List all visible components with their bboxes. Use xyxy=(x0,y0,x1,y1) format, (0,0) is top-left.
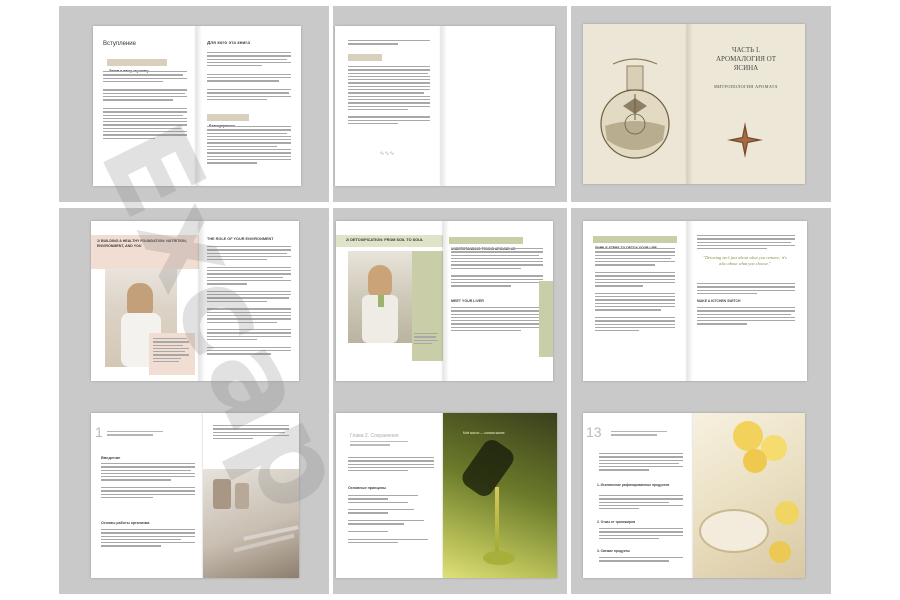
page-left: 1/ BUILDING A HEALTHY FOUNDATION: NUTRIT… xyxy=(91,221,199,381)
section-title: Введение xyxy=(101,455,121,460)
spread-panel-5: 2/ DETOXIFICATION: FROM SOIL TO SOUL UND… xyxy=(333,208,567,404)
body-text xyxy=(599,453,683,473)
section-tag: SIMPLE STEPS TO DETOX YOUR LIFE xyxy=(593,236,677,250)
chapter-title-lines xyxy=(107,431,167,438)
page-left: SIMPLE STEPS TO DETOX YOUR LIFE xyxy=(583,221,687,381)
chapter-label: ЧАСТЬ I. xyxy=(731,46,761,54)
woman-drinking-photo xyxy=(348,251,412,343)
chapter-title-lines xyxy=(350,441,410,448)
body-text xyxy=(348,40,430,47)
body-text-2 xyxy=(101,529,195,549)
page-left: 2/ DETOXIFICATION: FROM SOIL TO SOUL xyxy=(336,221,443,381)
section-tag: Зачем я пишу эту книгу xyxy=(107,59,167,73)
page-right-photo xyxy=(693,413,805,578)
chapter-title-lines xyxy=(611,431,671,438)
page-right: UNDERSTANDING TOXINS AROUND US MEET YOUR… xyxy=(443,221,553,381)
chapter-number: 13 xyxy=(586,424,602,440)
spread-panel-4: 1/ BUILDING A HEALTHY FOUNDATION: NUTRIT… xyxy=(59,208,329,404)
chapter-heading: 2/ DETOXIFICATION: FROM SOIL TO SOUL xyxy=(346,238,424,242)
section-title: Для кого эта книга xyxy=(207,40,250,45)
spread-panel-7: 1 Введение Основы работы организма xyxy=(59,398,329,594)
chapter-subtitle: МИТРОПОЛОГИЯ АРОМАТА xyxy=(714,84,778,89)
section-tag: Благодарности xyxy=(207,114,249,128)
page-right: "Detoxing isn't just about what you remo… xyxy=(687,221,807,381)
spread-panel-2: ∿∿∿ xyxy=(333,6,567,202)
olive-oil-bottle-photo xyxy=(443,413,557,578)
section-tag: UNDERSTANDING TOXINS AROUND US xyxy=(449,237,523,251)
body-text xyxy=(348,457,434,473)
page-left: Глава 2. Сохранение Основные принципы xyxy=(336,413,443,578)
bullet-list xyxy=(153,338,191,364)
alchemy-flask-illustration xyxy=(583,24,687,184)
pull-quote: "Detoxing isn't just about what you remo… xyxy=(703,255,787,266)
page-right: Для кого эта книга Благодарности xyxy=(196,26,301,186)
page-left: 1 Введение Основы работы организма xyxy=(91,413,203,578)
intro-text xyxy=(213,425,289,441)
spread-panel-1: Вступление Зачем я пишу эту книгу Для ко… xyxy=(59,6,329,202)
page-left: ∿∿∿ xyxy=(335,26,441,186)
body-text-2 xyxy=(451,307,543,333)
body-text xyxy=(451,248,543,289)
body-text xyxy=(103,71,187,141)
star-icon xyxy=(727,122,763,158)
chapter-number: 1 xyxy=(95,424,103,440)
sub-heading-2: 2. Отказ от трансжиров xyxy=(597,520,636,524)
roses-table-photo xyxy=(693,413,805,578)
body-text xyxy=(101,463,195,500)
green-sidebar xyxy=(539,281,553,357)
body-text-2 xyxy=(348,66,430,126)
body-text-2 xyxy=(599,495,683,511)
spread-panel-3: ЧАСТЬ I. АРОМАЛОГИЯ ОТ ЯСИНА МИТРОПОЛОГИ… xyxy=(571,6,831,202)
page-left: 13 1. Исключение рафинированных продукто… xyxy=(583,413,693,578)
page-right-photo xyxy=(203,413,299,578)
sub-heading: Основные принципы xyxy=(348,486,387,490)
bullet-list xyxy=(414,333,440,346)
body-text-2 xyxy=(207,126,291,166)
chapter-heading: 1/ BUILDING A HEALTHY FOUNDATION: NUTRIT… xyxy=(97,239,187,248)
page-right: THE ROLE OF YOUR ENVIRONMENT xyxy=(199,221,299,381)
body-text xyxy=(207,52,291,102)
body-text-2 xyxy=(348,495,434,545)
chapter-title-line-2: ЯСИНА xyxy=(733,64,759,72)
spread-panel-8: Глава 2. Сохранение Основные принципы Мо… xyxy=(333,398,567,594)
spread-panel-9: 13 1. Исключение рафинированных продукто… xyxy=(571,398,831,594)
table-setting-photo xyxy=(203,469,299,578)
sub-heading: MEET YOUR LIVER xyxy=(451,299,484,303)
section-title: Вступление xyxy=(103,41,136,47)
body-text-3 xyxy=(599,528,683,541)
photo-quote: Моё масло — основа жизни xyxy=(463,431,505,435)
sub-heading-3: 3. Свежие продукты xyxy=(597,549,630,553)
sub-heading: MAKE A KITCHEN SWITCH xyxy=(697,299,741,303)
body-text xyxy=(697,235,795,251)
chapter-title: Глава 2. Сохранение xyxy=(350,433,399,439)
signature-icon: ∿∿∿ xyxy=(379,150,395,157)
sub-heading: Основы работы организма xyxy=(101,521,150,525)
body-text-4 xyxy=(599,557,683,564)
body-text xyxy=(207,246,291,357)
page-right-photo: Моё масло — основа жизни xyxy=(443,413,557,578)
sub-heading-1: 1. Исключение рафинированных продуктов xyxy=(597,483,670,487)
body-text-2 xyxy=(697,283,795,296)
page-left-illustration xyxy=(583,24,687,184)
section-heading: THE ROLE OF YOUR ENVIRONMENT xyxy=(207,237,274,241)
chapter-title-line-1: АРОМАЛОГИЯ ОТ xyxy=(715,55,777,63)
body-text xyxy=(595,248,675,333)
page-right-blank xyxy=(441,26,555,186)
spread-panel-6: SIMPLE STEPS TO DETOX YOUR LIFE "Detoxin… xyxy=(571,208,831,404)
body-text-3 xyxy=(697,307,795,327)
page-left: Вступление Зачем я пишу эту книгу xyxy=(93,26,196,186)
section-tag xyxy=(348,54,382,61)
page-right-title: ЧАСТЬ I. АРОМАЛОГИЯ ОТ ЯСИНА МИТРОПОЛОГИ… xyxy=(687,24,805,184)
